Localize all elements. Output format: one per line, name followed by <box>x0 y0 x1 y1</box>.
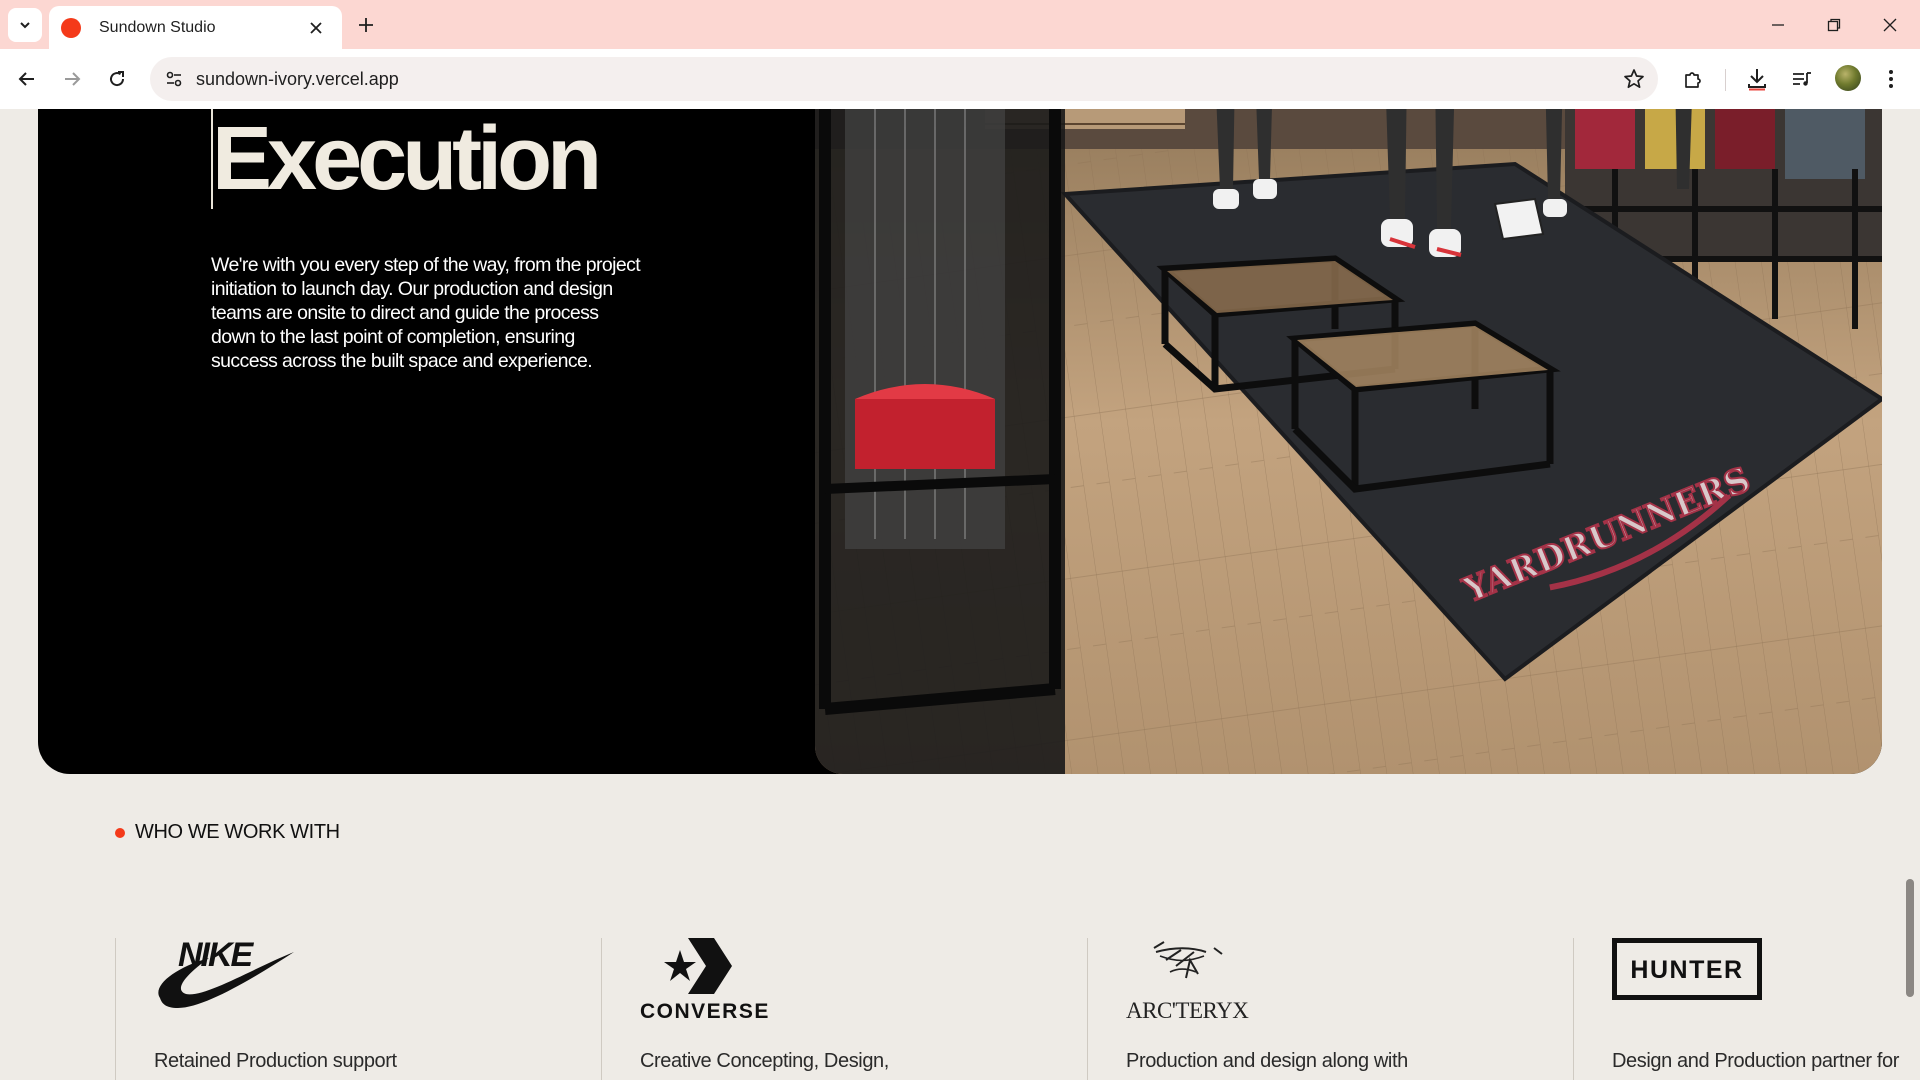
hunter-wordmark: HUNTER <box>1630 956 1743 984</box>
client-logos: NIKE Retained Production support CONVERS… <box>0 936 1920 1080</box>
converse-logo: CONVERSE <box>640 938 770 1033</box>
browser-toolbar: sundown-ivory.vercel.app <box>0 49 1920 109</box>
page-viewport: Execution We're with you every step of t… <box>0 109 1920 1080</box>
arcteryx-logo: ARC'TERYX <box>1126 938 1256 1033</box>
puzzle-icon <box>1685 72 1701 88</box>
playlist-icon <box>1793 72 1811 86</box>
profile-avatar[interactable] <box>1835 65 1861 91</box>
close-icon <box>1883 18 1897 31</box>
download-icon <box>1748 69 1766 91</box>
clients-label: WHO WE WORK WITH <box>135 821 340 843</box>
execution-hero: Execution We're with you every step of t… <box>38 109 1882 774</box>
new-tab-button[interactable] <box>352 11 380 39</box>
site-info-icon[interactable] <box>160 65 188 93</box>
chevron-down-icon <box>20 22 30 29</box>
accent-dot <box>115 827 125 838</box>
reload-button[interactable] <box>99 61 135 97</box>
reload-icon <box>110 71 125 87</box>
page-scrollbar-thumb[interactable] <box>1906 879 1914 997</box>
plus-icon <box>359 18 373 32</box>
menu-button[interactable] <box>1873 61 1909 97</box>
forward-button[interactable] <box>54 61 90 97</box>
downloads-button[interactable] <box>1739 61 1775 97</box>
tab-title: Sundown Studio <box>99 18 216 36</box>
retail-store-photo: YARDRUNNERS <box>815 109 1882 774</box>
close-window-button[interactable] <box>1862 0 1918 49</box>
brand-card-nike[interactable]: NIKE Retained Production support <box>115 936 601 1080</box>
hero-title: Execution <box>212 109 602 209</box>
nike-logo: NIKE <box>154 936 294 1015</box>
brand-card-arcteryx[interactable]: ARC'TERYX Production and design along wi… <box>1087 938 1573 1080</box>
restore-icon <box>1827 18 1841 31</box>
brand-card-converse[interactable]: CONVERSE Creative Concepting, Design, <box>601 938 1087 1080</box>
media-controls-button[interactable] <box>1784 61 1820 97</box>
tab-close-icon[interactable] <box>304 16 328 40</box>
restore-button[interactable] <box>1806 0 1862 49</box>
minimize-icon <box>1772 23 1784 26</box>
bookmark-star-icon[interactable] <box>1620 65 1648 93</box>
back-button[interactable] <box>9 61 45 97</box>
arrow-right-icon <box>65 72 81 86</box>
minimize-button[interactable] <box>1750 0 1806 49</box>
brand-desc-arcteryx: Production and design along with <box>1126 1050 1408 1072</box>
hero-body: We're with you every step of the way, fr… <box>211 254 641 372</box>
tab-search-button[interactable] <box>8 8 42 42</box>
toolbar-divider <box>1725 69 1726 91</box>
tab-strip: Sundown Studio <box>0 0 1920 49</box>
tab-active[interactable]: Sundown Studio <box>49 6 342 49</box>
favicon-icon <box>61 17 81 38</box>
url-text[interactable]: sundown-ivory.vercel.app <box>196 69 399 90</box>
brand-desc-converse: Creative Concepting, Design, <box>640 1050 889 1072</box>
hunter-logo: HUNTER <box>1612 938 1762 1005</box>
nike-wordmark: NIKE <box>178 938 255 974</box>
address-bar[interactable]: sundown-ivory.vercel.app <box>150 57 1658 101</box>
clients-section-label: WHO WE WORK WITH <box>115 821 340 844</box>
arcteryx-wordmark: ARC'TERYX <box>1126 998 1249 1023</box>
brand-desc-hunter: Design and Production partner for <box>1612 1050 1899 1072</box>
brand-card-hunter[interactable]: HUNTER Design and Production partner for <box>1573 938 1920 1080</box>
extensions-button[interactable] <box>1675 61 1711 97</box>
more-vert-icon <box>1889 70 1893 88</box>
converse-wordmark: CONVERSE <box>640 1000 770 1023</box>
brand-desc-nike: Retained Production support <box>154 1050 397 1072</box>
arrow-left-icon <box>18 72 34 86</box>
